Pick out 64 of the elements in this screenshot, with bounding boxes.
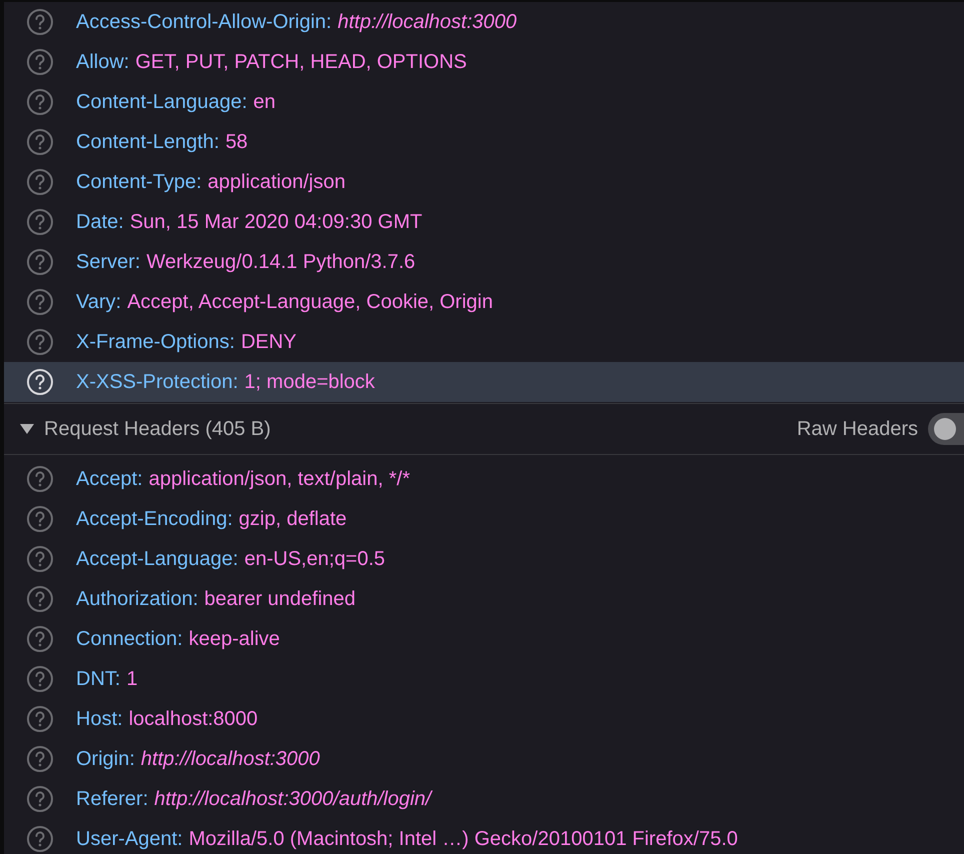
header-name: Accept: — [76, 467, 143, 492]
toggle-label: Raw Headers — [796, 417, 918, 442]
help-icon[interactable] — [26, 705, 54, 733]
help-icon[interactable] — [26, 465, 54, 493]
help-icon[interactable] — [26, 48, 54, 76]
disclosure-triangle-icon[interactable] — [20, 424, 34, 434]
header-value: GET, PUT, PATCH, HEAD, OPTIONS — [135, 50, 467, 75]
header-value: application/json, text/plain, */* — [148, 467, 410, 492]
help-icon[interactable] — [26, 785, 54, 813]
help-icon[interactable] — [26, 88, 54, 116]
help-icon[interactable] — [26, 625, 54, 653]
header-name: Accept-Encoding: — [76, 507, 233, 532]
help-icon[interactable] — [26, 505, 54, 533]
header-name: Content-Type: — [76, 170, 202, 195]
header-value: http://localhost:3000/auth/login/ — [154, 787, 432, 812]
help-icon[interactable] — [26, 208, 54, 236]
header-value: 1 — [126, 667, 138, 692]
help-icon[interactable] — [26, 168, 54, 196]
header-value: http://localhost:3000 — [338, 10, 517, 35]
help-icon[interactable] — [26, 128, 54, 156]
header-value: Sun, 15 Mar 2020 04:09:30 GMT — [130, 210, 422, 235]
header-name: Date: — [76, 210, 124, 235]
header-value: localhost:8000 — [128, 707, 258, 732]
header-value: Werkzeug/0.14.1 Python/3.7.6 — [146, 250, 416, 275]
header-name: User-Agent: — [76, 827, 183, 852]
header-name: Access-Control-Allow-Origin: — [76, 10, 332, 35]
help-icon[interactable] — [26, 665, 54, 693]
section-header[interactable]: Request Headers (405 B) Raw Headers — [4, 403, 964, 455]
header-row[interactable]: X-XSS-Protection: 1; mode=block — [4, 362, 964, 402]
section-title: Request Headers (405 B) — [44, 417, 271, 442]
help-icon[interactable] — [26, 745, 54, 773]
header-value: gzip, deflate — [238, 507, 347, 532]
header-name: X-Frame-Options: — [76, 330, 235, 355]
header-value: Accept, Accept-Language, Cookie, Origin — [127, 290, 493, 315]
header-name: Allow: — [76, 50, 130, 75]
header-value: 1; mode=block — [244, 370, 375, 395]
header-name: Host: — [76, 707, 123, 732]
header-value: DENY — [240, 330, 297, 355]
header-name: Connection: — [76, 627, 183, 652]
header-value: Mozilla/5.0 (Macintosh; Intel …) Gecko/20100101 Firefox/75.0 — [188, 827, 738, 852]
header-name: Referer: — [76, 787, 148, 812]
header-value: en-US,en;q=0.5 — [244, 547, 385, 572]
header-name: Accept-Language: — [76, 547, 238, 572]
header-value: keep-alive — [188, 627, 280, 652]
header-name: Server: — [76, 250, 140, 275]
help-icon[interactable] — [26, 585, 54, 613]
help-icon[interactable] — [26, 288, 54, 316]
header-name: Vary: — [76, 290, 122, 315]
header-value: application/json — [208, 170, 346, 195]
help-icon[interactable] — [26, 248, 54, 276]
help-icon[interactable] — [26, 825, 54, 853]
header-name: Authorization: — [76, 587, 198, 612]
help-icon[interactable] — [26, 545, 54, 573]
header-name: Content-Language: — [76, 90, 248, 115]
header-value: http://localhost:3000 — [140, 747, 320, 772]
header-name: X-XSS-Protection: — [76, 370, 238, 395]
header-name: DNT: — [76, 667, 120, 692]
header-name: Origin: — [76, 747, 135, 772]
header-name: Content-Length: — [76, 130, 220, 155]
header-value: bearer undefined — [204, 587, 356, 612]
header-value: en — [253, 90, 276, 115]
help-icon[interactable] — [26, 8, 54, 36]
header-value: 58 — [225, 130, 248, 155]
help-icon[interactable] — [26, 328, 54, 356]
